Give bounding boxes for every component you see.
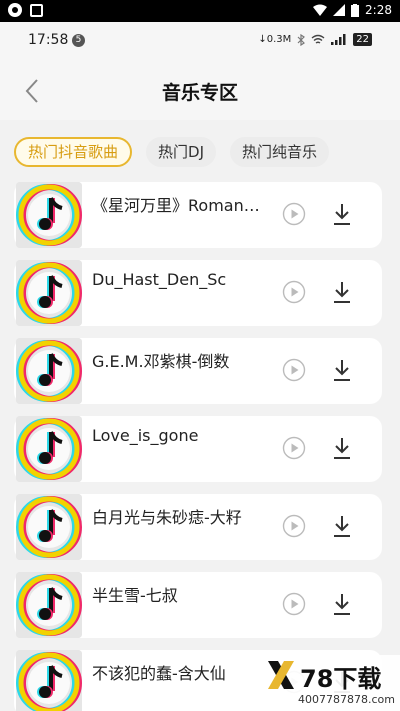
app-notification-icon xyxy=(8,3,22,17)
tiktok-music-note-icon xyxy=(16,338,82,404)
battery-icon xyxy=(351,3,360,17)
tiktok-music-note-icon xyxy=(16,416,82,482)
song-cover-image xyxy=(16,260,82,326)
song-title: 不该犯的蠢-含大仙 xyxy=(92,664,226,683)
download-icon[interactable] xyxy=(332,202,352,226)
bluetooth-icon xyxy=(297,33,306,46)
status-time: 17:58 xyxy=(28,32,69,48)
song-list: 《星河万里》Romance Du_Hast_Den_Sc G.E.M.邓紫棋-倒… xyxy=(14,182,382,711)
download-icon[interactable] xyxy=(332,280,352,304)
phone-status-bar: 17:58 5 ↓0.3M 22 xyxy=(0,22,400,60)
download-icon[interactable] xyxy=(332,592,352,616)
wifi-small-icon xyxy=(311,34,325,44)
download-icon[interactable] xyxy=(332,358,352,382)
system-status-bar: 2:28 xyxy=(0,0,400,22)
song-title: Du_Hast_Den_Sc xyxy=(92,270,227,289)
song-row[interactable]: G.E.M.邓紫棋-倒数 xyxy=(14,338,382,404)
song-title: 半生雪-七叔 xyxy=(92,586,178,605)
song-title: G.E.M.邓紫棋-倒数 xyxy=(92,352,230,371)
song-row[interactable]: 半生雪-七叔 xyxy=(14,572,382,638)
nav-header: 音乐专区 xyxy=(0,60,400,120)
play-circle-icon[interactable] xyxy=(282,436,306,460)
watermark-url: 4007787878.com xyxy=(298,693,395,706)
watermark: 78下载 4007787878.com xyxy=(260,655,400,711)
signal-bars-icon xyxy=(331,34,346,45)
tab-douyin-songs[interactable]: 热门抖音歌曲 xyxy=(14,137,133,167)
watermark-brand: 78下载 xyxy=(300,665,382,693)
tiktok-music-note-icon xyxy=(16,650,82,711)
song-row[interactable]: 《星河万里》Romance xyxy=(14,182,382,248)
net-speed: ↓0.3M xyxy=(258,34,292,45)
watermark-logo-icon xyxy=(268,661,294,689)
song-cover-image xyxy=(16,650,82,711)
song-row[interactable]: 白月光与朱砂痣-大籽 xyxy=(14,494,382,560)
page-title: 音乐专区 xyxy=(161,82,238,104)
song-row[interactable]: Love_is_gone xyxy=(14,416,382,482)
song-cover-image xyxy=(16,494,82,560)
battery-level: 22 xyxy=(353,33,372,46)
download-icon[interactable] xyxy=(332,436,352,460)
song-title: 《星河万里》Romance xyxy=(92,196,262,215)
song-row[interactable]: Du_Hast_Den_Sc xyxy=(14,260,382,326)
tiktok-music-note-icon xyxy=(16,182,82,248)
play-circle-icon[interactable] xyxy=(282,280,306,304)
sim-notification-icon xyxy=(30,3,43,17)
play-circle-icon[interactable] xyxy=(282,514,306,538)
song-cover-image xyxy=(16,416,82,482)
song-cover-image xyxy=(16,182,82,248)
tiktok-music-note-icon xyxy=(16,260,82,326)
system-clock: 2:28 xyxy=(365,3,392,17)
song-cover-image xyxy=(16,572,82,638)
play-circle-icon[interactable] xyxy=(282,592,306,616)
download-icon[interactable] xyxy=(332,514,352,538)
tab-dj[interactable]: 热门DJ xyxy=(146,137,216,167)
play-circle-icon[interactable] xyxy=(282,202,306,226)
song-cover-image xyxy=(16,338,82,404)
cell-signal-icon xyxy=(333,4,346,16)
tiktok-music-note-icon xyxy=(16,572,82,638)
wifi-icon xyxy=(313,4,328,16)
song-title: 白月光与朱砂痣-大籽 xyxy=(92,508,242,527)
play-circle-icon[interactable] xyxy=(282,358,306,382)
tab-pure-music[interactable]: 热门纯音乐 xyxy=(230,137,330,167)
category-tabs: 热门抖音歌曲 热门DJ 热门纯音乐 xyxy=(14,137,330,167)
notification-badge: 5 xyxy=(72,34,85,47)
tiktok-music-note-icon xyxy=(16,494,82,560)
song-title: Love_is_gone xyxy=(92,426,199,445)
